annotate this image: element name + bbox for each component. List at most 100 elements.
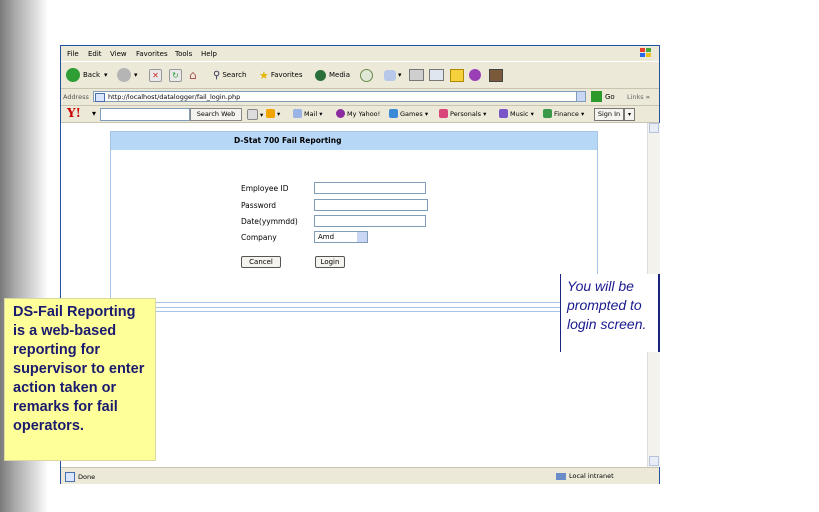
discuss-button[interactable] [450, 67, 464, 83]
chevron-down-icon: ▾ [104, 71, 108, 79]
links-button[interactable]: Links » [627, 93, 650, 101]
form-title: D-Stat 700 Fail Reporting [234, 136, 342, 145]
media-label: Media [329, 71, 351, 79]
date-label: Date(yymmdd) [241, 217, 298, 226]
zone-text: Local intranet [569, 472, 614, 480]
status-bar: Done Local intranet [61, 467, 659, 484]
my-yahoo-button[interactable]: My Yahoo! [336, 109, 380, 118]
yahoo-mail-button[interactable]: Mail ▾ [293, 109, 323, 118]
music-button[interactable]: Music ▾ [499, 109, 534, 118]
printer-icon [409, 69, 424, 81]
status-done: Done [65, 472, 95, 482]
description-callout: DS-Fail Reporting is a web-based reporti… [4, 298, 156, 461]
messenger-button[interactable] [469, 67, 481, 83]
research-button[interactable] [489, 67, 503, 83]
scroll-up-button[interactable] [649, 123, 659, 133]
company-value: Amd [318, 233, 335, 241]
menu-favorites[interactable]: Favorites [136, 50, 168, 58]
chevron-right-icon: » [645, 93, 650, 101]
star-icon: ★ [259, 68, 269, 82]
music-icon [499, 109, 508, 118]
status-zone: Local intranet [556, 472, 614, 480]
address-input[interactable]: http://localhost/datalogger/fail_login.p… [93, 91, 579, 102]
password-label: Password [241, 201, 277, 210]
address-dropdown-button[interactable] [576, 91, 586, 102]
cancel-button[interactable]: Cancel [241, 256, 281, 268]
folder-icon [450, 68, 464, 82]
mail-icon [384, 69, 396, 81]
go-label: Go [605, 92, 615, 101]
media-icon [315, 69, 326, 81]
status-text: Done [78, 473, 96, 481]
company-select[interactable]: Amd [314, 231, 368, 243]
edit-button[interactable] [429, 67, 444, 83]
games-button[interactable]: Games ▾ [389, 109, 428, 118]
search-icon: ⚲ [213, 69, 221, 81]
date-input[interactable] [314, 215, 426, 227]
search-web-button[interactable]: Search Web [190, 108, 242, 121]
media-button[interactable]: Media [315, 67, 350, 83]
yahoo-logo-icon[interactable]: Y! [67, 106, 81, 120]
search-button[interactable]: ⚲ Search [213, 67, 246, 83]
finance-icon [543, 109, 552, 118]
menu-help[interactable]: Help [201, 50, 217, 58]
stop-button[interactable]: ✕ [149, 67, 162, 83]
chevron-down-icon[interactable]: ▾ [92, 109, 96, 118]
mail-button[interactable]: ▾ [384, 67, 402, 83]
refresh-icon: ↻ [169, 68, 182, 82]
login-button[interactable]: Login [315, 256, 345, 268]
personals-label: Personals [450, 109, 482, 118]
menu-file[interactable]: File [67, 50, 79, 58]
go-arrow-icon [591, 91, 602, 102]
sign-in-button[interactable]: Sign In [594, 108, 624, 121]
back-button[interactable]: Back ▾ [66, 67, 108, 83]
standard-toolbar: Back ▾ ▾ ✕ ↻ ⌂ ⚲ Search ★ Favorites Medi… [61, 62, 659, 89]
chevron-down-icon: ▾ [134, 71, 138, 79]
options-icon [247, 109, 258, 120]
finance-label: Finance [554, 109, 579, 118]
chevron-down-icon: ▾ [398, 71, 402, 79]
favorites-button[interactable]: ★ Favorites [259, 67, 303, 83]
forward-arrow-icon [117, 68, 131, 82]
page-icon [65, 472, 75, 482]
home-button[interactable]: ⌂ [189, 67, 197, 83]
chevron-down-icon [357, 232, 367, 242]
yahoo-options-button[interactable]: ▾ [247, 109, 263, 120]
scroll-down-button[interactable] [649, 456, 659, 466]
games-label: Games [400, 109, 423, 118]
mail-icon [293, 109, 302, 118]
personals-icon [439, 109, 448, 118]
menu-view[interactable]: View [110, 50, 127, 58]
personals-button[interactable]: Personals ▾ [439, 109, 486, 118]
history-button[interactable] [360, 67, 373, 83]
employee-id-label: Employee ID [241, 184, 289, 193]
instruction-callout: You will be prompted to login screen. [560, 274, 660, 352]
print-button[interactable] [409, 67, 424, 83]
password-input[interactable] [314, 199, 428, 211]
menu-bar: File Edit View Favorites Tools Help [61, 47, 659, 62]
yahoo-toolbar: Y! ▾ Search Web ▾ ▾ Mail ▾ My Yahoo! Gam… [61, 106, 659, 123]
windows-logo-icon [640, 48, 651, 57]
my-yahoo-label: My Yahoo! [347, 109, 381, 118]
login-form-panel: D-Stat 700 Fail Reporting Employee ID Pa… [110, 131, 598, 303]
edit-icon [429, 69, 444, 81]
mail-label: Mail [304, 109, 318, 118]
yahoo-search-input[interactable] [100, 108, 190, 121]
menu-edit[interactable]: Edit [88, 50, 102, 58]
my-yahoo-icon [336, 109, 345, 118]
messenger-icon [469, 69, 481, 81]
employee-id-input[interactable] [314, 182, 426, 194]
forward-button[interactable]: ▾ [117, 67, 138, 83]
music-label: Music [510, 109, 529, 118]
company-label: Company [241, 233, 277, 242]
games-icon [389, 109, 398, 118]
back-arrow-icon [66, 68, 80, 82]
refresh-button[interactable]: ↻ [169, 67, 182, 83]
sign-in-dropdown-button[interactable]: ▾ [624, 108, 635, 121]
stop-icon: ✕ [149, 68, 162, 82]
go-button[interactable]: Go [591, 91, 615, 102]
yahoo-highlight-button[interactable]: ▾ [266, 109, 280, 118]
menu-tools[interactable]: Tools [175, 50, 192, 58]
back-label: Back [83, 71, 100, 79]
finance-button[interactable]: Finance ▾ [543, 109, 584, 118]
